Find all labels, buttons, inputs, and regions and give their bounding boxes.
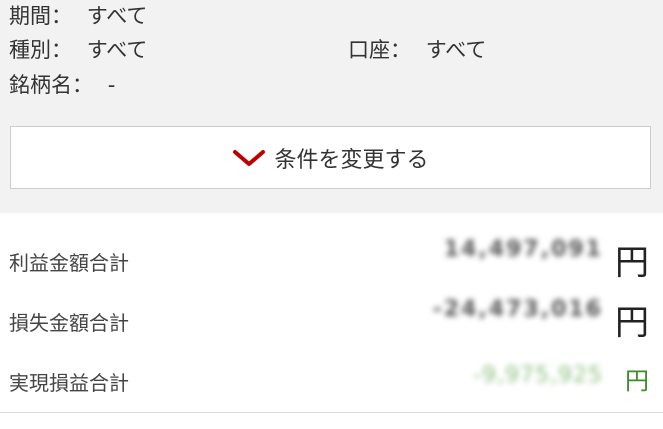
loss-total-row: 損失金額合計 -24,473,016 円 bbox=[0, 289, 663, 349]
net-total-amount: -9,975,925 bbox=[473, 363, 603, 388]
net-total-label: 実現損益合計 bbox=[9, 371, 129, 395]
filter-account-label: 口座： bbox=[348, 38, 411, 62]
profit-total-unit: 円 bbox=[615, 243, 649, 283]
filter-type-label: 種別： bbox=[9, 38, 72, 62]
bottom-divider bbox=[0, 412, 663, 413]
filter-issue-name-value: - bbox=[107, 73, 116, 97]
filter-conditions-panel: 期間： すべて 種別： すべて 口座： すべて 銘柄名： - 条件を変更する bbox=[0, 0, 663, 213]
profit-total-amount: 14,497,091 bbox=[443, 237, 603, 262]
change-conditions-label: 条件を変更する bbox=[274, 147, 429, 173]
filter-issue-name: 銘柄名： - bbox=[9, 70, 115, 100]
chevron-down-icon bbox=[233, 149, 266, 166]
filter-period-label: 期間： bbox=[9, 4, 72, 28]
change-conditions-button[interactable]: 条件を変更する bbox=[10, 126, 651, 189]
filter-type: 種別： すべて bbox=[9, 35, 147, 65]
filter-issue-name-label: 銘柄名： bbox=[9, 73, 93, 97]
net-total-unit: 円 bbox=[625, 367, 649, 395]
filter-type-value: すべて bbox=[86, 38, 148, 62]
net-total-row: 実現損益合計 -9,975,925 円 bbox=[0, 349, 663, 409]
realized-pl-summary: 利益金額合計 14,497,091 円 損失金額合計 -24,473,016 円… bbox=[0, 213, 663, 429]
loss-total-label: 損失金額合計 bbox=[9, 311, 129, 335]
profit-total-label: 利益金額合計 bbox=[9, 251, 129, 275]
loss-total-amount: -24,473,016 bbox=[432, 297, 603, 322]
profit-total-row: 利益金額合計 14,497,091 円 bbox=[0, 229, 663, 289]
loss-total-unit: 円 bbox=[615, 303, 649, 343]
filter-period: 期間： すべて bbox=[9, 1, 147, 31]
filter-period-value: すべて bbox=[86, 4, 148, 28]
filter-account: 口座： すべて bbox=[348, 35, 486, 65]
filter-account-value: すべて bbox=[425, 38, 487, 62]
